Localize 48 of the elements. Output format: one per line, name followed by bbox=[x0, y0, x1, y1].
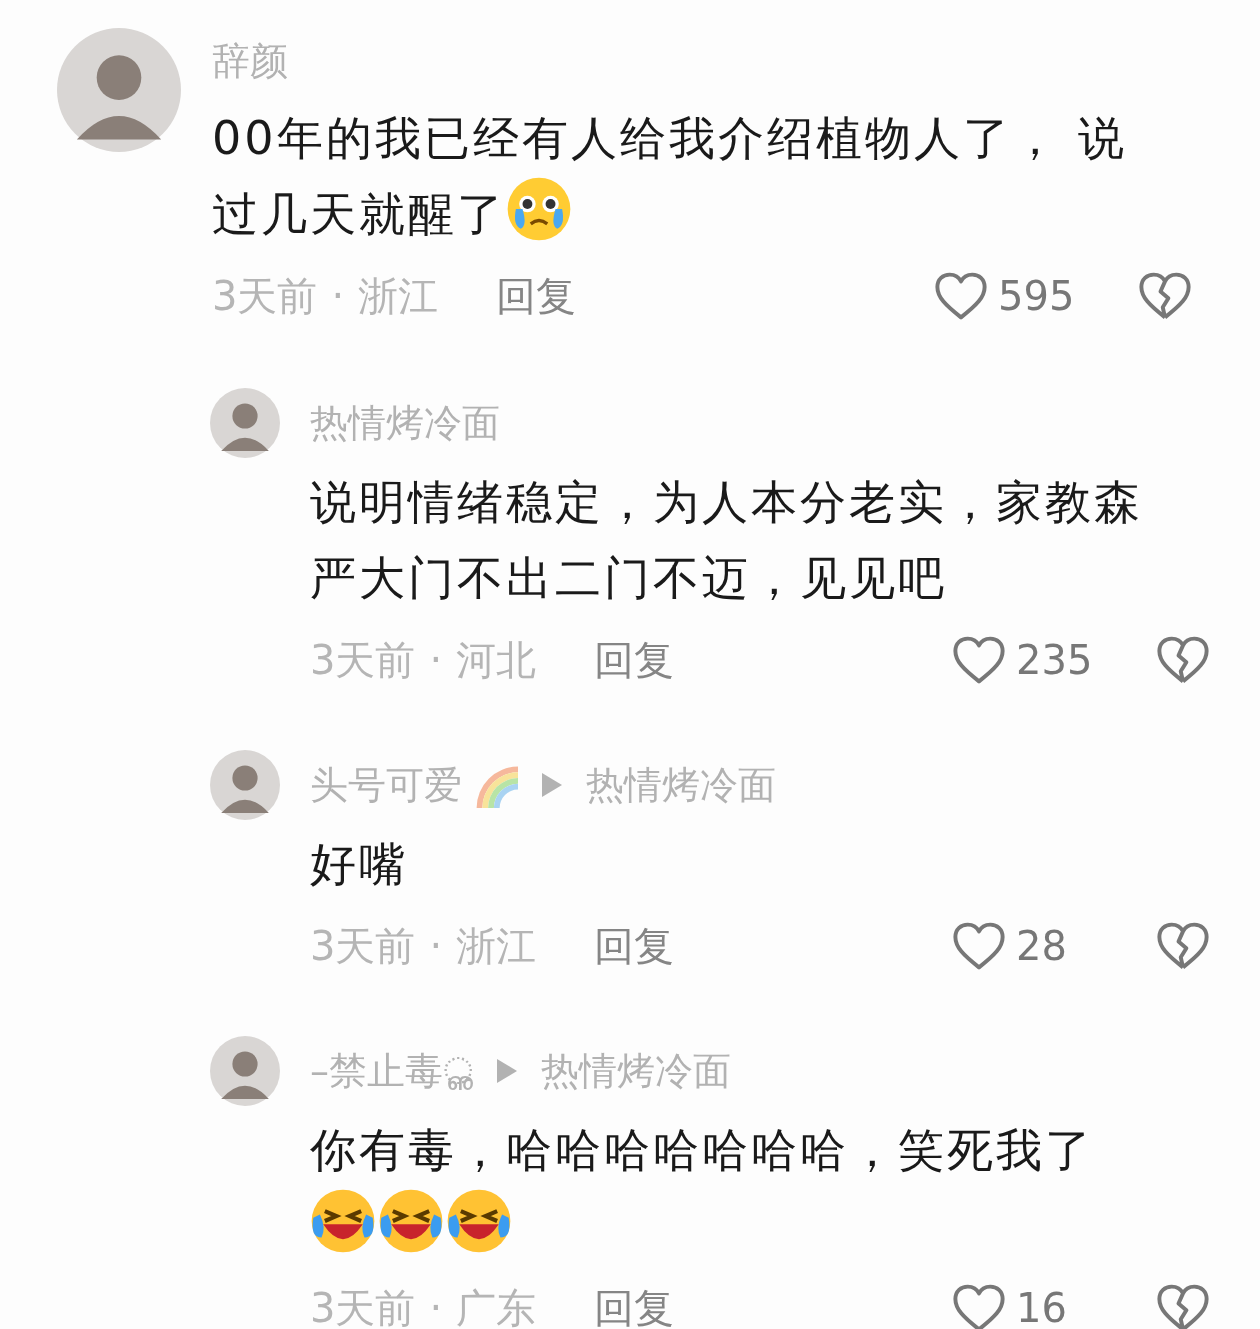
author-name[interactable]: 辞颜 bbox=[212, 35, 288, 87]
comment-time: 3天前 bbox=[310, 1283, 416, 1329]
like-count: 16 bbox=[1016, 1285, 1068, 1329]
comment-region: 浙江 bbox=[358, 271, 439, 321]
avatar[interactable] bbox=[210, 750, 280, 820]
laughing-face-icon bbox=[446, 1188, 512, 1254]
comment-text: 你有毒，哈哈哈哈哈哈哈，笑死我了 bbox=[310, 1112, 1150, 1264]
comment-region: 广东 bbox=[456, 1283, 537, 1329]
comment-time: 3天前 bbox=[310, 635, 416, 685]
like-icon[interactable] bbox=[934, 271, 988, 321]
avatar[interactable] bbox=[210, 388, 280, 458]
broken-heart-icon[interactable] bbox=[1156, 635, 1210, 685]
comment-text: 好嘴 bbox=[310, 836, 409, 893]
like-count: 28 bbox=[1016, 923, 1068, 969]
reply-target-name[interactable]: 热情烤冷面 bbox=[541, 1045, 731, 1097]
comment-text: 00年的我已经有人给我介绍植物人了， 说过几天就醒了 bbox=[212, 110, 1129, 244]
broken-heart-icon[interactable] bbox=[1138, 271, 1192, 321]
separator-dot: · bbox=[429, 637, 443, 683]
avatar[interactable] bbox=[210, 1036, 280, 1106]
author-name[interactable]: –禁止毒ൢ bbox=[310, 1045, 473, 1097]
comment-text: 说明情绪稳定，为人本分老实，家教森严大门不出二门不迈，见见吧 bbox=[310, 474, 1144, 607]
broken-heart-icon[interactable] bbox=[1156, 921, 1210, 971]
reply-button[interactable]: 回复 bbox=[496, 268, 577, 324]
author-name[interactable]: 热情烤冷面 bbox=[310, 397, 500, 449]
broken-heart-icon[interactable] bbox=[1156, 1283, 1210, 1329]
separator-dot: · bbox=[429, 923, 443, 969]
play-arrow-icon bbox=[542, 773, 562, 797]
reply-button[interactable]: 回复 bbox=[594, 632, 675, 688]
laughing-face-icon bbox=[310, 1188, 376, 1254]
like-count: 595 bbox=[998, 273, 1076, 319]
like-icon[interactable] bbox=[952, 635, 1006, 685]
reply-button[interactable]: 回复 bbox=[594, 1280, 675, 1329]
like-count: 235 bbox=[1016, 637, 1094, 683]
comment-time: 3天前 bbox=[212, 271, 318, 321]
separator-dot: · bbox=[429, 1285, 443, 1329]
author-name[interactable]: 头号可爱 bbox=[310, 759, 462, 811]
reply-button[interactable]: 回复 bbox=[594, 918, 675, 974]
like-icon[interactable] bbox=[952, 921, 1006, 971]
crying-face-icon bbox=[506, 176, 572, 242]
like-icon[interactable] bbox=[952, 1283, 1006, 1329]
separator-dot: · bbox=[331, 273, 345, 319]
avatar[interactable] bbox=[57, 28, 181, 152]
play-arrow-icon bbox=[497, 1059, 517, 1083]
comment-region: 河北 bbox=[456, 635, 537, 685]
comment-time: 3天前 bbox=[310, 921, 416, 971]
reply-target-name[interactable]: 热情烤冷面 bbox=[586, 759, 776, 811]
comment-region: 浙江 bbox=[456, 921, 537, 971]
laughing-face-icon bbox=[378, 1188, 444, 1254]
